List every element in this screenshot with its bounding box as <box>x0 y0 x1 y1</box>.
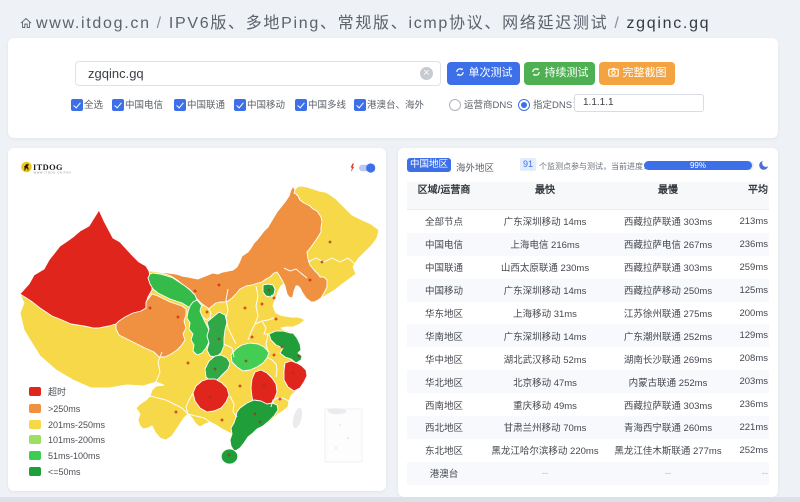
svg-text:WWW.ITDOG.CN PING TOOL: WWW.ITDOG.CN PING TOOL <box>34 171 72 175</box>
